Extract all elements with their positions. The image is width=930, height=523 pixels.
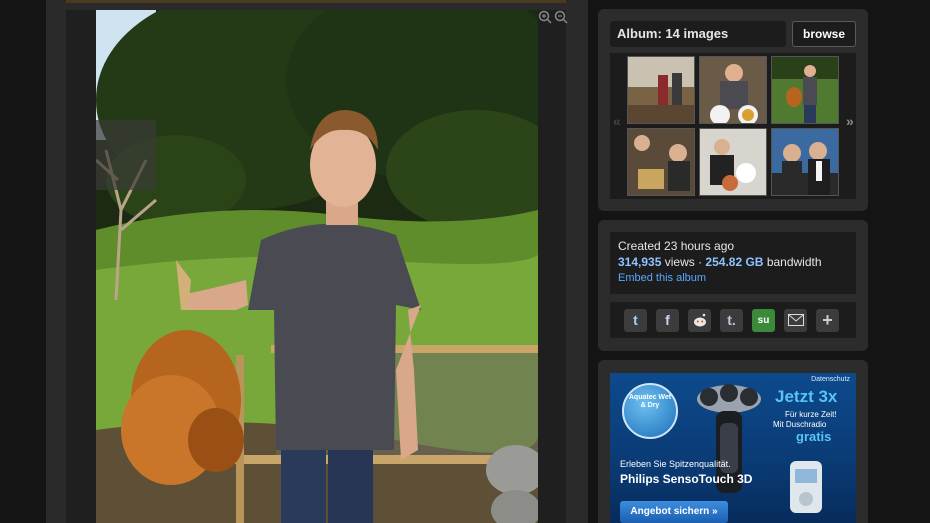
prev-arrow-icon[interactable]: « [613,113,621,129]
main-photo[interactable] [96,10,538,523]
album-stats: Created 23 hours ago 314,935 views · 254… [610,232,856,294]
ad-subline-1: Für kurze Zeit! [785,410,837,419]
ad-headline: Jetzt 3x [775,387,838,406]
embed-album-link[interactable]: Embed this album [618,270,848,286]
bandwidth-label: bandwidth [766,255,822,269]
thumbnail-strip: « » [610,53,856,199]
page: Album: 14 images browse « » Created 23 h… [0,0,930,523]
album-thumbnail[interactable] [699,128,767,196]
album-thumbnail[interactable] [771,128,839,196]
facebook-icon[interactable]: f [656,308,679,332]
album-thumbnail[interactable] [627,128,695,196]
next-arrow-icon[interactable]: » [846,113,854,129]
advertisement[interactable]: Datenschutz Aquatec Wet & Dry Jetzt 3x F… [610,373,856,523]
ad-gratis: gratis [796,429,832,444]
album-panel: Album: 14 images browse « » [598,9,868,211]
top-strip [66,0,566,3]
views-bandwidth-line: 314,935 views · 254.82 GB bandwidth [618,254,848,270]
album-thumbnail[interactable] [627,56,695,124]
created-text: Created 23 hours ago [618,239,735,253]
share-bar: t f t. su + [610,302,856,338]
stumbleupon-icon[interactable]: su [752,308,775,332]
twitter-icon[interactable]: t [624,308,647,332]
shower-radio-image [790,461,822,513]
ad-text-1: Erleben Sie Spitzenqualität. [620,459,731,469]
ad-cta-button[interactable]: Angebot sichern » [620,501,728,523]
zoom-in-icon[interactable] [538,10,552,24]
views-label: views · [664,255,703,269]
album-thumbnail[interactable] [699,56,767,124]
reddit-icon[interactable] [688,308,711,332]
views-count: 314,935 [618,255,662,269]
album-thumbnail[interactable] [771,56,839,124]
ad-badge-text: Aquatec Wet & Dry [628,394,672,409]
stats-panel: Created 23 hours ago 314,935 views · 254… [598,220,868,351]
tumblr-icon[interactable]: t. [720,308,743,332]
plus-icon[interactable]: + [816,308,839,332]
ad-panel: Datenschutz Aquatec Wet & Dry Jetzt 3x F… [598,360,868,523]
zoom-controls [538,10,568,24]
privacy-label[interactable]: Datenschutz [811,376,850,383]
browse-button[interactable]: browse [792,21,856,47]
thumbnail-grid [627,56,839,196]
album-title: Album: 14 images [610,21,786,47]
email-icon[interactable] [784,308,807,332]
ad-product-name: Philips SensoTouch 3D [620,472,753,486]
bandwidth-value: 254.82 GB [705,255,764,269]
ad-subline-2: Mit Duschradio [773,420,827,429]
zoom-out-icon[interactable] [554,10,568,24]
ad-badge [622,383,678,439]
